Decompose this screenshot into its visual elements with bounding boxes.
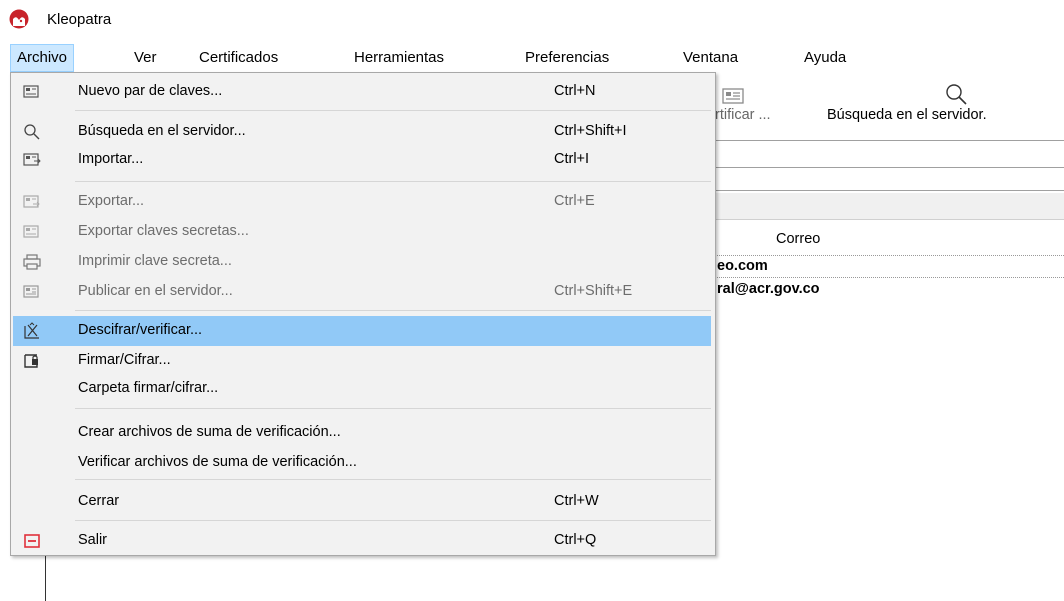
tab-bar[interactable] bbox=[715, 193, 1064, 220]
title-bar: Kleopatra bbox=[0, 0, 1064, 38]
certify-button-label[interactable]: rtificar ... bbox=[715, 107, 771, 123]
row-divider bbox=[715, 277, 1064, 278]
menu-item-new-keypair[interactable]: Nuevo par de claves... Ctrl+N bbox=[13, 77, 711, 107]
menu-item-shortcut: Ctrl+Q bbox=[554, 532, 597, 548]
menu-preferencias[interactable]: Preferencias bbox=[519, 44, 615, 72]
menu-item-label: Búsqueda en el servidor... bbox=[78, 123, 246, 139]
menu-item-label: Imprimir clave secreta... bbox=[78, 253, 232, 269]
printer-icon bbox=[23, 254, 41, 270]
export-icon bbox=[23, 195, 40, 208]
menu-item-quit[interactable]: Salir Ctrl+Q bbox=[13, 526, 711, 556]
search-server-icon[interactable] bbox=[944, 82, 968, 106]
export-secret-icon bbox=[23, 225, 39, 238]
menu-certificados[interactable]: Certificados bbox=[193, 44, 284, 72]
menu-separator bbox=[75, 110, 711, 111]
menu-item-label: Cerrar bbox=[78, 493, 120, 509]
menu-item-label: Descifrar/verificar... bbox=[78, 322, 203, 338]
menu-item-publish-server[interactable]: Publicar en el servidor... Ctrl+Shift+E bbox=[13, 277, 711, 307]
menu-item-shortcut: Ctrl+E bbox=[554, 193, 595, 209]
menu-item-verify-checksum[interactable]: Verificar archivos de suma de verificaci… bbox=[13, 448, 711, 478]
search-icon bbox=[24, 124, 40, 140]
decrypt-verify-icon bbox=[24, 322, 39, 339]
menu-item-shortcut: Ctrl+Shift+I bbox=[554, 123, 627, 139]
menu-item-search-server[interactable]: Búsqueda en el servidor... Ctrl+Shift+I bbox=[13, 117, 711, 147]
menu-item-shortcut: Ctrl+N bbox=[554, 83, 596, 99]
menu-item-print-secret-key[interactable]: Imprimir clave secreta... bbox=[13, 247, 711, 277]
menu-ventana[interactable]: Ventana bbox=[677, 44, 744, 72]
search-server-button-label[interactable]: Búsqueda en el servidor. bbox=[827, 107, 987, 123]
archivo-dropdown-menu: Nuevo par de claves... Ctrl+N Búsqueda e… bbox=[10, 72, 716, 556]
header-divider bbox=[715, 255, 1064, 256]
menu-item-shortcut: Ctrl+I bbox=[554, 151, 590, 167]
sign-encrypt-icon bbox=[24, 354, 38, 368]
menu-item-import[interactable]: Importar... Ctrl+I bbox=[13, 145, 711, 175]
new-keypair-icon bbox=[23, 85, 39, 98]
menu-separator bbox=[75, 310, 711, 311]
table-row-email[interactable]: eo.com bbox=[717, 258, 768, 274]
quit-icon bbox=[24, 534, 40, 548]
import-icon bbox=[23, 153, 41, 166]
kleopatra-logo-icon bbox=[9, 9, 29, 29]
menu-separator bbox=[75, 520, 711, 521]
menu-item-export-secret-keys[interactable]: Exportar claves secretas... bbox=[13, 217, 711, 247]
menu-item-label: Verificar archivos de suma de verificaci… bbox=[78, 454, 357, 470]
menu-item-label: Crear archivos de suma de verificación..… bbox=[78, 424, 341, 440]
menu-item-sign-encrypt[interactable]: Firmar/Cifrar... bbox=[13, 346, 711, 376]
menu-item-shortcut: Ctrl+Shift+E bbox=[554, 283, 633, 299]
menu-item-label: Nuevo par de claves... bbox=[78, 83, 223, 99]
toolbar bbox=[715, 74, 1064, 138]
menu-item-shortcut: Ctrl+W bbox=[554, 493, 599, 509]
menu-item-label: Publicar en el servidor... bbox=[78, 283, 233, 299]
menu-bar: Archivo Ver Certificados Herramientas Pr… bbox=[0, 44, 1064, 72]
panel-border bbox=[45, 550, 46, 601]
menu-separator bbox=[75, 479, 711, 480]
menu-item-folder-sign-encrypt[interactable]: Carpeta firmar/cifrar... bbox=[13, 374, 711, 404]
menu-ayuda[interactable]: Ayuda bbox=[798, 44, 852, 72]
menu-archivo[interactable]: Archivo bbox=[10, 44, 75, 72]
menu-item-label: Exportar claves secretas... bbox=[78, 223, 249, 239]
menu-item-export[interactable]: Exportar... Ctrl+E bbox=[13, 187, 711, 217]
column-header-email[interactable]: Correo bbox=[776, 231, 820, 247]
menu-herramientas[interactable]: Herramientas bbox=[348, 44, 450, 72]
menu-item-label: Exportar... bbox=[78, 193, 145, 209]
menu-item-label: Firmar/Cifrar... bbox=[78, 352, 171, 368]
menu-item-label: Importar... bbox=[78, 151, 144, 167]
certify-icon[interactable] bbox=[722, 88, 744, 104]
filter-input[interactable] bbox=[715, 167, 1064, 191]
publish-icon bbox=[23, 285, 39, 298]
menu-item-create-checksum[interactable]: Crear archivos de suma de verificación..… bbox=[13, 418, 711, 448]
table-row-email[interactable]: ral@acr.gov.co bbox=[717, 281, 820, 297]
menu-item-decrypt-verify[interactable]: Descifrar/verificar... bbox=[13, 316, 711, 346]
menu-item-label: Salir bbox=[78, 532, 108, 548]
menu-item-label: Carpeta firmar/cifrar... bbox=[78, 380, 219, 396]
menu-separator bbox=[75, 181, 711, 182]
window-title: Kleopatra bbox=[47, 11, 112, 28]
menu-separator bbox=[75, 408, 711, 409]
menu-ver[interactable]: Ver bbox=[128, 44, 163, 72]
menu-item-close[interactable]: Cerrar Ctrl+W bbox=[13, 487, 711, 517]
toolbar-divider bbox=[715, 140, 1064, 141]
